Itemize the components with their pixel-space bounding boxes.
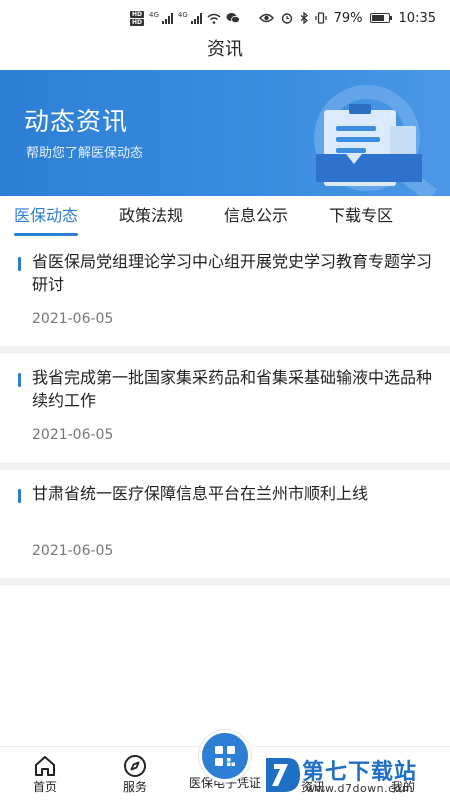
news-date: 2021-06-05 <box>32 543 114 559</box>
status-right: 79% 10:35 <box>258 10 436 26</box>
compass-icon <box>124 755 146 777</box>
nav-service-label: 服务 <box>122 780 147 794</box>
alarm-icon <box>281 13 292 24</box>
bluetooth-icon <box>300 12 308 24</box>
news-date: 2021-06-05 <box>32 311 114 327</box>
news-headline[interactable]: 省医保局党组理论学习中心组开展党史学习教育专题学习研讨 <box>18 250 432 298</box>
banner: 动态资讯 帮助您了解医保动态 <box>0 70 450 196</box>
clock: 10:35 <box>398 10 436 26</box>
news-date: 2021-06-05 <box>32 427 114 443</box>
tab-policies-regulations[interactable]: 政策法规 <box>119 196 183 238</box>
site-watermark: 第七下载站 www.d7down.com <box>262 752 450 800</box>
list-item[interactable]: 甘肃省统一医疗保障信息平台在兰州市顺利上线 2021-06-05 <box>0 470 450 578</box>
page-title: 资讯 <box>207 39 243 60</box>
tab-information-disclosure[interactable]: 信息公示 <box>224 196 288 238</box>
list-item[interactable]: 我省完成第一批国家集采药品和省集采基础输液中选品种续约工作 2021-06-05 <box>0 354 450 462</box>
news-headline[interactable]: 我省完成第一批国家集采药品和省集采基础输液中选品种续约工作 <box>18 366 432 414</box>
news-list: 省医保局党组理论学习中心组开展党史学习教育专题学习研讨 2021-06-05 我… <box>0 238 450 586</box>
divider <box>0 462 450 470</box>
voucher-button[interactable] <box>199 730 251 782</box>
title-marker <box>18 257 21 271</box>
banner-subtitle: 帮助您了解医保动态 <box>26 146 144 161</box>
banner-title: 动态资讯 <box>24 107 129 136</box>
divider <box>0 578 450 586</box>
network-type-2: 4G <box>177 10 188 19</box>
tab-download-area[interactable]: 下载专区 <box>329 196 393 238</box>
qr-code-icon <box>215 746 235 766</box>
status-bar: HD HD 4G 4G 79% 10:35 <box>0 0 450 36</box>
nav-service[interactable]: 服务 <box>100 753 170 795</box>
battery-percent: 79% <box>333 10 363 26</box>
signal-icon <box>190 12 202 24</box>
nav-home[interactable]: 首页 <box>10 753 80 795</box>
title-marker <box>18 373 21 387</box>
vibrate-icon <box>315 12 327 24</box>
list-item[interactable]: 省医保局党组理论学习中心组开展党史学习教育专题学习研讨 2021-06-05 <box>0 238 450 346</box>
battery-icon <box>369 13 392 23</box>
eye-icon <box>258 13 274 23</box>
title-bar: 资讯 <box>0 36 450 70</box>
wifi-icon <box>207 13 221 24</box>
watermark-url: www.d7down.com <box>306 782 414 795</box>
wechat-icon <box>226 13 240 24</box>
status-left: HD HD 4G 4G <box>130 10 240 26</box>
network-type-1: 4G <box>149 10 159 19</box>
divider <box>0 346 450 354</box>
d7down-logo-icon <box>266 758 300 792</box>
title-marker <box>18 489 21 503</box>
news-headline[interactable]: 甘肃省统一医疗保障信息平台在兰州市顺利上线 <box>18 482 432 530</box>
document-search-illustration <box>314 85 438 196</box>
signal-icon <box>161 12 173 24</box>
category-tabs: 医保动态 政策法规 信息公示 下载专区 <box>0 196 450 238</box>
home-icon <box>35 756 55 776</box>
tab-medical-insurance-news[interactable]: 医保动态 <box>14 196 79 238</box>
nav-home-label: 首页 <box>32 780 57 794</box>
hd-icon: HD HD <box>130 10 145 26</box>
